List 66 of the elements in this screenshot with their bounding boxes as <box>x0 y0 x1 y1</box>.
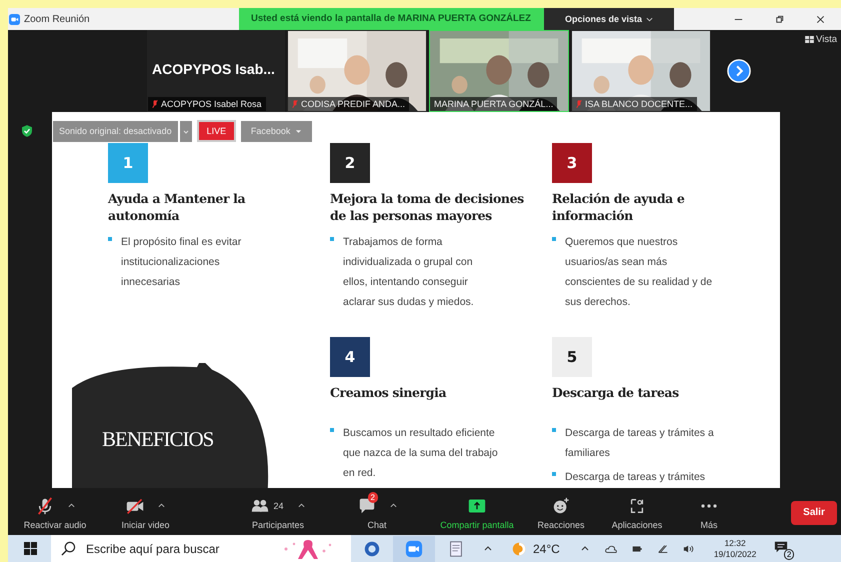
benefit-heading: Descarga de tareas <box>552 384 680 401</box>
benefit-heading: Ayuda a Mantener la autonomía <box>108 190 246 224</box>
number-tile: 3 <box>552 143 592 183</box>
bullet-text: El propósito final es evitar institucionalizaciones innecesarias <box>121 235 242 290</box>
zoom-app-icon <box>9 14 20 24</box>
window-title: Zoom Reunión <box>24 14 91 24</box>
bullet-text: Descarga de tareas y trámites a familiares <box>565 426 715 461</box>
caret-icon[interactable] <box>158 503 165 508</box>
unread-badge: 2 <box>368 492 378 502</box>
caret-icon <box>646 16 654 22</box>
caret-icon[interactable] <box>68 503 74 508</box>
number-tile: 5 <box>552 337 592 377</box>
shield-icon <box>22 125 32 137</box>
bullet-text: Trabajamos de forma individualizada o grupal con ellos, intentando conseguir aclarar sus dudas y miedos. <box>343 235 475 310</box>
notification-count: 2 <box>784 548 794 560</box>
participant-label: ACOPYPOS Isabel Rosa <box>148 97 266 111</box>
participant-name: ACOPYPOS Isab... <box>152 61 275 77</box>
toolbar-button[interactable]: Iniciar video <box>98 496 193 530</box>
bullet-text: Queremos que nuestros usuarios/as sean más conscientes de su realidad y de sus derechos. <box>565 235 714 310</box>
next-page-icon[interactable] <box>727 59 751 83</box>
participant-label: CODISA PREDIF ANDA... <box>288 97 410 111</box>
caret-icon[interactable] <box>298 503 304 508</box>
participant-label: ISA BLANCO DOCENTE... <box>572 97 697 111</box>
toolbar-button[interactable]: Compartir pantalla <box>427 496 527 530</box>
number-tile: 4 <box>330 337 370 377</box>
live-badge: LIVE <box>196 120 236 142</box>
share-screen-icon <box>468 496 486 514</box>
apps-icon <box>628 496 646 514</box>
grid-icon <box>805 36 814 43</box>
caret-icon <box>295 128 302 134</box>
toolbar-button[interactable]: 24 Participantes <box>223 496 333 530</box>
more-icon <box>701 504 717 508</box>
benefit-heading: Mejora la toma de decisiones de las personas mayores <box>330 190 525 224</box>
search-field[interactable]: Escribe aquí para buscar <box>84 540 278 556</box>
search-icon <box>61 541 76 556</box>
video-camera-icon[interactable] <box>393 536 435 562</box>
leave-button[interactable]: Salir <box>791 500 837 524</box>
participant-tile[interactable]: CODISA PREDIF ANDA... <box>287 30 427 112</box>
camera-off-icon <box>126 496 144 514</box>
participant-label: MARINA PUERTA GONZÁL... <box>430 97 558 111</box>
benefit-heading: Relación de ayuda e información <box>552 190 686 224</box>
toolbar-button[interactable]: Más <box>679 496 739 530</box>
number-tile: 2 <box>330 143 370 183</box>
benefit-heading: Creamos sinergia <box>330 384 448 401</box>
caret-icon[interactable] <box>390 503 396 508</box>
bullet-text: Descarga de tareas y trámites <box>565 470 706 485</box>
sharing-banner: Usted está viendo la pantalla de MARINA PUERTA GONZÁLEZ <box>239 8 544 30</box>
view-options-button[interactable]: Opciones de vista <box>544 8 674 30</box>
clock[interactable]: 12:32 19/10/2022 <box>714 538 756 560</box>
view-button[interactable]: Vista <box>805 34 837 45</box>
toolbar-button[interactable]: Reactivar audio <box>16 496 94 530</box>
notification-icon[interactable] <box>774 540 788 554</box>
slide-title: BENEFICIOS <box>102 427 214 452</box>
number-tile: 1 <box>108 143 148 183</box>
search-bar[interactable]: Escribe aquí para buscar <box>51 535 351 562</box>
participant-tile[interactable]: ISA BLANCO DOCENTE... <box>571 30 711 112</box>
muted-mic-icon <box>36 496 54 514</box>
temperature-text: 24°C <box>533 542 560 556</box>
bullet-text: Buscamos un resultado eficiente que nazca de la suma del trabajo en red. <box>343 426 498 481</box>
participant-count: 24 <box>273 500 284 510</box>
windows-start-icon[interactable] <box>24 542 37 555</box>
smiley-icon <box>552 496 570 514</box>
toolbar-button[interactable]: Reacciones <box>527 496 595 530</box>
toolbar-button[interactable]: Aplicaciones <box>601 496 673 530</box>
participant-tile[interactable]: ACOPYPOS Isab... ACOPYPOS Isabel Rosa <box>147 30 285 112</box>
participant-tile[interactable]: MARINA PUERTA GONZÁL... <box>429 30 569 112</box>
